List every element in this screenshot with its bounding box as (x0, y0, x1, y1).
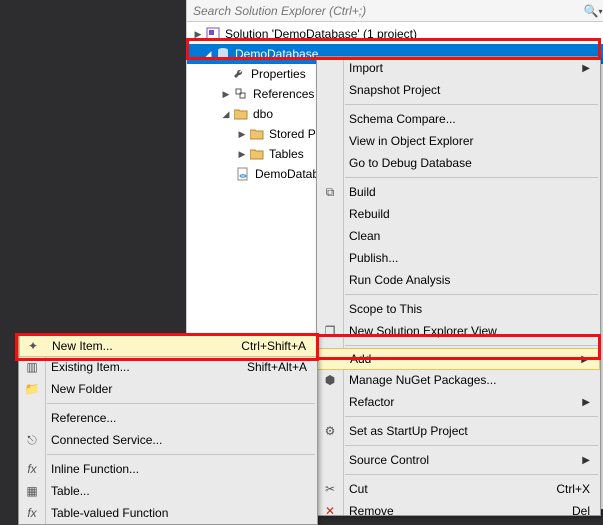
menu-cut[interactable]: ✂CutCtrl+X (317, 478, 600, 500)
menu-import[interactable]: Import▶ (317, 57, 600, 79)
menu-existing-item[interactable]: ▥Existing Item...Shift+Alt+A (19, 356, 317, 378)
menu-go-debug-db[interactable]: Go to Debug Database (317, 152, 600, 174)
menu-rebuild[interactable]: Rebuild (317, 203, 600, 225)
folder-icon (249, 146, 265, 162)
sql-file-icon (235, 166, 251, 182)
menu-new-view[interactable]: ❐New Solution Explorer View (317, 320, 600, 342)
menu-view-object-explorer[interactable]: View in Object Explorer (317, 130, 600, 152)
folder-icon (249, 126, 265, 142)
separator (345, 104, 598, 105)
menu-clean[interactable]: Clean (317, 225, 600, 247)
tree-label: Tables (269, 147, 304, 161)
tree-label: Solution 'DemoDatabase' (1 project) (225, 27, 417, 41)
menu-remove[interactable]: ✕RemoveDel (317, 500, 600, 522)
menu-refactor[interactable]: Refactor▶ (317, 391, 600, 413)
menu-reference[interactable]: Reference... (19, 407, 317, 429)
new-folder-icon: 📁 (19, 382, 45, 396)
menu-new-folder[interactable]: 📁New Folder (19, 378, 317, 400)
separator (345, 177, 598, 178)
menu-tvf[interactable]: fxTable-valued Function (19, 502, 317, 524)
existing-item-icon: ▥ (19, 360, 45, 374)
window-icon: ❐ (317, 324, 343, 338)
build-icon: ⧉ (317, 185, 343, 200)
delete-icon: ✕ (317, 504, 343, 518)
function-icon: fx (19, 462, 45, 476)
chevron-right-icon: ▶ (582, 455, 590, 466)
tree-label: References (253, 87, 314, 101)
tree-label: DemoDatabase (235, 47, 318, 61)
search-input[interactable] (187, 4, 583, 18)
nuget-icon: ⬢ (317, 373, 343, 387)
separator (47, 454, 315, 455)
menu-table[interactable]: ▦Table... (19, 480, 317, 502)
menu-connected-service[interactable]: ⎋Connected Service... (19, 429, 317, 451)
menu-source-control[interactable]: Source Control▶ (317, 449, 600, 471)
folder-icon (233, 106, 249, 122)
scissors-icon: ✂ (317, 482, 343, 496)
separator (47, 403, 315, 404)
wrench-icon (231, 66, 247, 82)
new-item-icon: ✦ (20, 339, 46, 353)
table-icon: ▦ (19, 484, 45, 498)
menu-startup[interactable]: ⚙Set as StartUp Project (317, 420, 600, 442)
separator (345, 294, 598, 295)
menu-new-item[interactable]: ✦New Item...Ctrl+Shift+A (19, 335, 317, 357)
separator (345, 445, 598, 446)
menu-schema-compare[interactable]: Schema Compare... (317, 108, 600, 130)
references-icon (233, 86, 249, 102)
chevron-right-icon: ▶ (581, 354, 589, 365)
menu-add[interactable]: Add▶ (317, 348, 600, 370)
solution-icon (205, 26, 221, 42)
chevron-right-icon: ▶ (582, 397, 590, 408)
separator (345, 345, 598, 346)
project-context-menu: Import▶ Snapshot Project Schema Compare.… (316, 56, 601, 516)
tree-solution-root[interactable]: ▶ Solution 'DemoDatabase' (1 project) (187, 24, 603, 44)
menu-scope[interactable]: Scope to This (317, 298, 600, 320)
function-icon: fx (19, 506, 45, 520)
tree-label: DemoDatab (255, 167, 319, 181)
chevron-right-icon: ▶ (582, 63, 590, 74)
database-project-icon (215, 46, 231, 62)
menu-nuget[interactable]: ⬢Manage NuGet Packages... (317, 369, 600, 391)
tree-label: Stored P (269, 127, 316, 141)
menu-inline-function[interactable]: fxInline Function... (19, 458, 317, 480)
tree-label: dbo (253, 107, 273, 121)
add-submenu: ✦New Item...Ctrl+Shift+A ▥Existing Item.… (18, 335, 318, 525)
menu-publish[interactable]: Publish... (317, 247, 600, 269)
separator (345, 416, 598, 417)
menu-build[interactable]: ⧉Build (317, 181, 600, 203)
connected-service-icon: ⎋ (19, 433, 45, 448)
gear-icon: ⚙ (317, 424, 343, 438)
search-row: 🔍▾ (187, 0, 603, 22)
menu-run-code-analysis[interactable]: Run Code Analysis (317, 269, 600, 291)
tree-label: Properties (251, 67, 306, 81)
search-icon[interactable]: 🔍▾ (583, 4, 603, 18)
separator (345, 474, 598, 475)
menu-snapshot[interactable]: Snapshot Project (317, 79, 600, 101)
